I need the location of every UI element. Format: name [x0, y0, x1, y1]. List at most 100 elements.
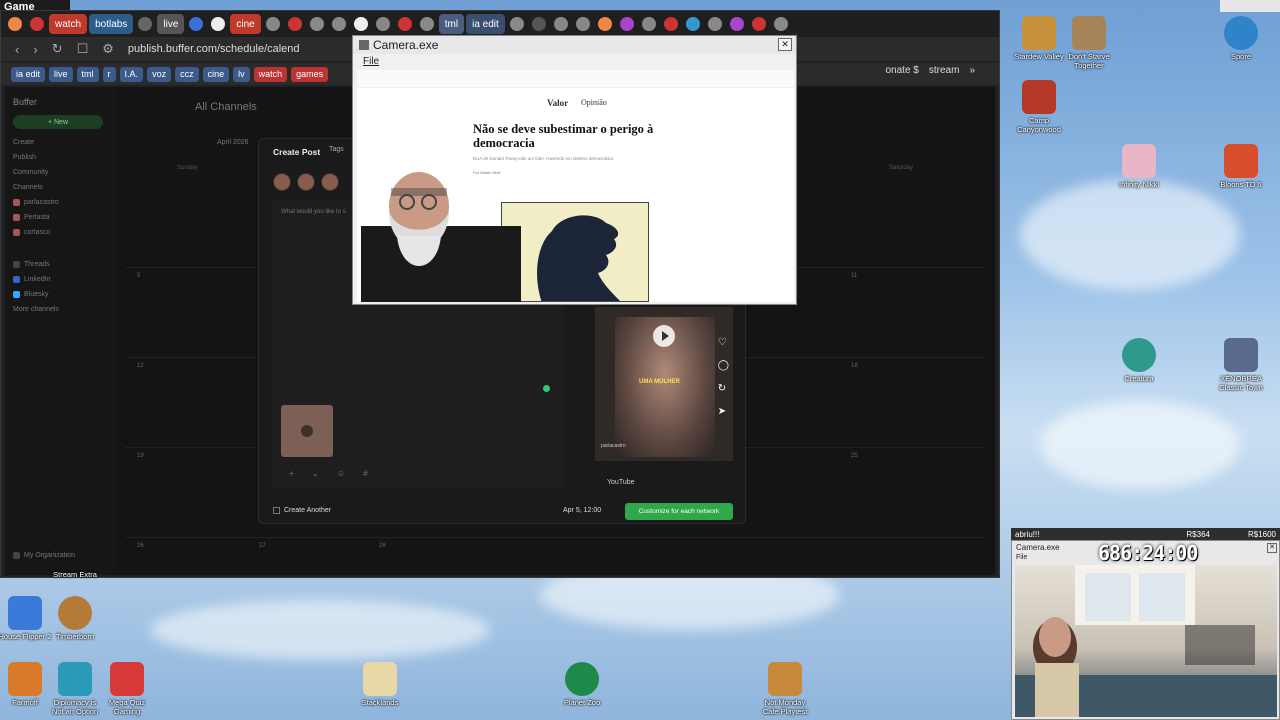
webcam-file-menu[interactable]: File [1016, 554, 1027, 561]
sidebar-channel[interactable]: More channels [13, 304, 107, 314]
desktop-icon-spore[interactable]: Spore [1214, 16, 1268, 61]
tab-icon[interactable] [751, 17, 766, 31]
desktop-icon-xenobrea[interactable]: XENOBREA Classic Town [1214, 338, 1268, 392]
checkbox-icon[interactable] [273, 507, 280, 514]
url-field[interactable]: publish.buffer.com/schedule/calend [128, 43, 300, 55]
desktop-icon-camp-canyonwood[interactable]: Camp Canyonwood [1012, 80, 1066, 134]
tab-icon[interactable] [30, 17, 44, 31]
tab-icon[interactable] [265, 17, 280, 31]
camera-title[interactable]: Camera.exe [353, 36, 796, 54]
desktop-icon-bloons[interactable]: Bloons TD 6 [1214, 144, 1268, 189]
desktop-icon-stardew[interactable]: Stardew Valley [1012, 16, 1066, 61]
schedule-date[interactable]: Apr 5, 12:00 [563, 507, 601, 514]
desktop-icon-farmoff[interactable]: Farmoff [0, 662, 52, 707]
desktop-icon-stacklands[interactable]: Stacklands [353, 662, 407, 707]
tab-live[interactable]: live [157, 14, 185, 34]
tab-icon[interactable] [309, 17, 324, 31]
desktop-icon-mega-quiz[interactable]: Mega Quiz Gaming [100, 662, 154, 716]
desktop-icon-not-monday-cafe[interactable]: Not Monday Cafe Playtest [758, 662, 812, 716]
compose-toolbar[interactable]: + ⌄ ☺ # [289, 469, 376, 478]
desktop-icon-timberborn[interactable]: Timberborn [48, 596, 102, 641]
bookmark-donate[interactable]: onate $ [886, 65, 919, 76]
forward-icon[interactable]: › [33, 42, 37, 57]
tab-icon[interactable] [138, 17, 153, 31]
tab-icon[interactable] [189, 17, 204, 31]
sidebar-channel[interactable]: cortasco [13, 227, 107, 237]
tab-botlabs[interactable]: botlabs [89, 14, 134, 34]
bookmark-ccz[interactable]: ccz [175, 66, 199, 82]
bookmark-watch[interactable]: watch [253, 66, 288, 82]
tab-icon[interactable] [663, 17, 678, 31]
desktop-icon-dont-starve[interactable]: Don't Starve Together [1062, 16, 1116, 70]
site-settings-icon[interactable]: ⚙ [102, 41, 114, 57]
desktop-icon-infinity-nikki[interactable]: Infinity Nikki [1112, 144, 1166, 189]
sidebar-channel[interactable]: Perlasta [13, 212, 107, 222]
tab-icon[interactable] [211, 17, 226, 31]
tab-ia-edit[interactable]: ia edit [466, 14, 505, 34]
sidebar-channel[interactable]: Threads [13, 259, 107, 269]
more-bookmarks-icon[interactable]: » [969, 65, 975, 76]
back-icon[interactable]: ‹ [15, 42, 19, 57]
channel-avatar[interactable] [273, 173, 291, 191]
youtube-label[interactable]: YouTube [607, 479, 635, 486]
tab-tml[interactable]: tml [438, 14, 465, 34]
tab-icon[interactable] [509, 17, 524, 31]
tab-icon[interactable] [375, 17, 390, 31]
customize-button[interactable]: Customize for each network [625, 503, 733, 520]
new-post-button[interactable]: + New [13, 115, 103, 129]
channel-avatar[interactable] [321, 173, 339, 191]
window-controls[interactable] [1220, 0, 1280, 12]
bookmark-r[interactable]: r [102, 66, 116, 82]
bookmark-voz[interactable]: voz [147, 66, 172, 82]
channel-avatar[interactable] [297, 173, 315, 191]
sidebar-item[interactable]: Community [13, 167, 107, 177]
tab-icon[interactable] [353, 17, 368, 31]
desktop-icon-house-flipper[interactable]: House Flipper 2 [0, 596, 52, 641]
desktop-icon-planet-zoo[interactable]: Planet Zoo [555, 662, 609, 707]
desktop-icon-stream-extra[interactable]: Stream Extra [48, 570, 102, 584]
organization[interactable]: My Organization [13, 550, 75, 560]
bookmark-cine[interactable]: cine [202, 66, 230, 82]
tab-watch[interactable]: watch [49, 14, 88, 34]
create-another-checkbox[interactable]: Create Another [273, 507, 331, 514]
tab-icon[interactable] [597, 17, 612, 31]
bookmark-icon[interactable]: ☐ [77, 41, 89, 57]
desktop-icon-diplomacy[interactable]: Diplomacy is Not an Option [48, 662, 102, 716]
tab-icon[interactable] [619, 17, 634, 31]
tab-icon[interactable] [773, 17, 788, 31]
tab-icon[interactable] [685, 17, 700, 31]
tab-icon[interactable] [641, 17, 656, 31]
media-thumbnail[interactable] [281, 405, 333, 457]
bookmark-stream[interactable]: stream [929, 65, 960, 76]
file-menu[interactable]: File [363, 56, 379, 67]
tags-button[interactable]: Tags [329, 146, 344, 153]
tab-icon[interactable] [553, 17, 568, 31]
webcam-title[interactable]: Camera.exe [1016, 543, 1060, 552]
tab-icon[interactable] [397, 17, 412, 31]
bookmark-tml[interactable]: tml [76, 66, 99, 82]
app-icon[interactable] [8, 17, 22, 31]
close-icon[interactable]: ✕ [1267, 543, 1277, 553]
tab-icon[interactable] [531, 17, 546, 31]
tab-icon[interactable] [287, 17, 302, 31]
play-icon[interactable] [653, 325, 675, 347]
tab-icon[interactable] [331, 17, 346, 31]
reload-icon[interactable]: ↻ [52, 41, 63, 57]
bookmark-live[interactable]: live [49, 66, 73, 82]
tab-cine[interactable]: cine [230, 14, 261, 34]
calendar-month[interactable]: April 2026 [217, 139, 249, 146]
tab-icon[interactable] [419, 17, 434, 31]
desktop-icon-creatura[interactable]: Creatura [1112, 338, 1166, 383]
tab-icon[interactable] [575, 17, 590, 31]
sidebar-channel[interactable]: Bluesky [13, 289, 107, 299]
close-icon[interactable]: ✕ [778, 38, 792, 51]
bookmark-ia[interactable]: I.A. [119, 66, 144, 82]
sidebar-item[interactable]: Publish [13, 152, 107, 162]
sidebar-channel[interactable]: parlacastro [13, 197, 107, 207]
tab-icon[interactable] [707, 17, 722, 31]
sidebar-channel[interactable]: LinkedIn [13, 274, 107, 284]
bookmark-games[interactable]: games [291, 66, 329, 82]
sidebar-item[interactable]: Create [13, 137, 107, 147]
tab-icon[interactable] [729, 17, 744, 31]
bookmark-ia-edit[interactable]: ia edit [11, 66, 46, 82]
